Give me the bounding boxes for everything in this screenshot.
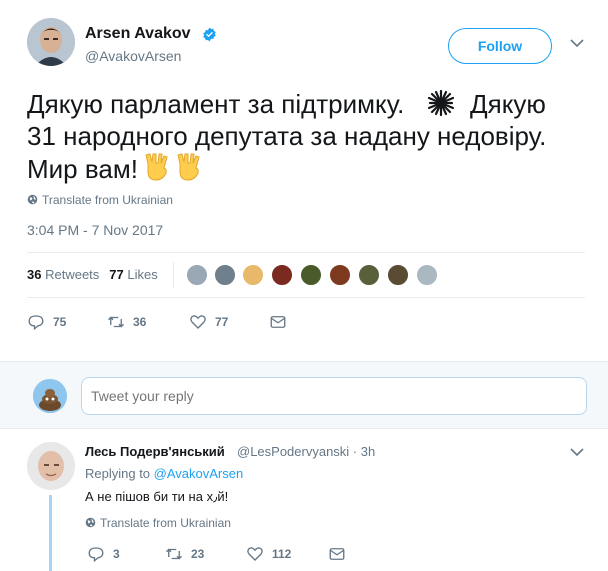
heart-icon bbox=[247, 547, 263, 561]
heart-icon bbox=[190, 315, 206, 329]
tweet-line-1-tail: Дякую bbox=[455, 89, 546, 119]
reply-author-handle[interactable]: @LesPodervyanski · 3h bbox=[237, 444, 375, 459]
reply-button[interactable]: 3 bbox=[87, 545, 120, 563]
retweets-count: 36 bbox=[27, 267, 42, 282]
tweet-line-3: Мир вам! bbox=[27, 154, 138, 184]
reply-icon bbox=[28, 315, 44, 331]
like-count: 77 bbox=[215, 315, 229, 329]
liker-avatar[interactable] bbox=[300, 264, 322, 286]
reply-count: 75 bbox=[53, 315, 67, 329]
likes-label: Likes bbox=[127, 267, 158, 282]
sparkle-icon bbox=[427, 89, 454, 117]
tweet-timestamp[interactable]: 3:04 PM - 7 Nov 2017 bbox=[27, 222, 163, 238]
thread-line bbox=[49, 495, 52, 571]
like-button[interactable]: 112 bbox=[246, 545, 291, 563]
reply-author-name[interactable]: Лесь Подерв'янський bbox=[85, 444, 225, 459]
tweet-line-1: Дякую парламент за підтримку. bbox=[27, 89, 412, 119]
chevron-down-icon[interactable] bbox=[570, 447, 584, 457]
retweet-count: 23 bbox=[191, 547, 205, 561]
liker-avatar[interactable] bbox=[358, 264, 380, 286]
retweets-label: Retweets bbox=[45, 267, 100, 282]
envelope-icon bbox=[270, 316, 286, 328]
follow-button[interactable]: Follow bbox=[448, 28, 552, 64]
likes-stat[interactable]: 77 Likes bbox=[109, 267, 157, 282]
tweet-stats: 36 Retweets 77 Likes bbox=[27, 267, 158, 282]
retweets-stat[interactable]: 36 Retweets bbox=[27, 267, 99, 282]
reply-count: 3 bbox=[113, 547, 120, 561]
liker-avatar[interactable] bbox=[214, 264, 236, 286]
replying-prefix: Replying to bbox=[85, 466, 151, 481]
direct-message-button[interactable] bbox=[328, 545, 346, 563]
reply-button[interactable]: 75 bbox=[27, 313, 66, 331]
chevron-down-icon[interactable] bbox=[570, 38, 584, 48]
reply-translate-link[interactable]: Translate from Ukrainian bbox=[85, 516, 231, 530]
envelope-icon bbox=[329, 548, 345, 560]
globe-icon bbox=[27, 194, 38, 205]
user-avatar[interactable] bbox=[33, 379, 67, 413]
liker-avatar[interactable] bbox=[186, 264, 208, 286]
retweet-button[interactable]: 23 bbox=[165, 545, 204, 563]
liker-avatar[interactable] bbox=[416, 264, 438, 286]
translate-label: Translate from Ukrainian bbox=[42, 193, 173, 207]
reply-author-avatar[interactable] bbox=[27, 442, 75, 490]
reply-translate-label: Translate from Ukrainian bbox=[100, 516, 231, 530]
reply-text: А не пішов би ти на х٫й! bbox=[85, 489, 229, 504]
vulcan-salute-icon bbox=[145, 153, 168, 181]
liker-avatar[interactable] bbox=[271, 264, 293, 286]
divider bbox=[27, 252, 585, 253]
liker-avatar[interactable] bbox=[329, 264, 351, 286]
vulcan-salute-icon bbox=[177, 153, 200, 181]
direct-message-button[interactable] bbox=[269, 313, 287, 331]
like-button[interactable]: 77 bbox=[189, 313, 228, 331]
like-count: 112 bbox=[272, 547, 292, 561]
stats-separator bbox=[173, 262, 174, 288]
tweet-text: Дякую парламент за підтримку. Дякую 31 н… bbox=[27, 88, 587, 185]
likes-count: 77 bbox=[109, 267, 124, 282]
globe-icon bbox=[85, 517, 96, 528]
divider bbox=[27, 297, 585, 298]
author-handle[interactable]: @AvakovArsen bbox=[85, 48, 181, 64]
replying-to: Replying to @AvakovArsen bbox=[85, 466, 243, 481]
liker-avatar[interactable] bbox=[387, 264, 409, 286]
retweet-count: 36 bbox=[133, 315, 147, 329]
translate-link[interactable]: Translate from Ukrainian bbox=[27, 193, 173, 207]
replying-mention-link[interactable]: @AvakovArsen bbox=[154, 466, 244, 481]
main-tweet: Arsen Avakov @AvakovArsen Follow Дякую п… bbox=[0, 0, 608, 360]
retweet-icon bbox=[166, 548, 182, 560]
reply-input[interactable] bbox=[81, 377, 587, 415]
retweet-button[interactable]: 36 bbox=[107, 313, 146, 331]
retweet-icon bbox=[108, 316, 124, 328]
tweet-line-2: 31 народного депутата за надану недовіру… bbox=[27, 121, 547, 151]
reply-icon bbox=[88, 547, 104, 563]
liker-avatar[interactable] bbox=[242, 264, 264, 286]
verified-badge-icon bbox=[203, 27, 216, 42]
author-name[interactable]: Arsen Avakov bbox=[85, 25, 191, 43]
author-avatar[interactable] bbox=[27, 18, 75, 66]
